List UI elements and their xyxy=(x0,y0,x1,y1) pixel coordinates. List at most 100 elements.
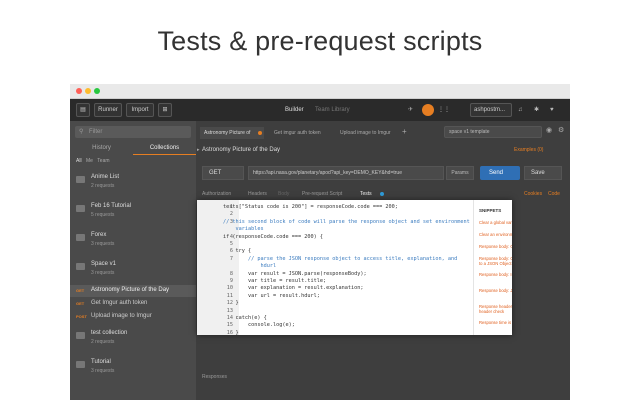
params-button[interactable]: Params xyxy=(446,166,474,180)
collection-name: Anime List xyxy=(91,174,120,180)
request-name: Upload image to Imgur xyxy=(91,313,152,319)
settings-icon[interactable]: ✱ xyxy=(534,105,539,115)
cookies-link[interactable]: Cookies xyxy=(524,191,542,197)
code-line: catch(e) { xyxy=(223,315,267,321)
collection-count: 2 requests xyxy=(91,339,115,345)
collection-name: Forex xyxy=(91,232,107,238)
code-line: var explanation = result.explanation; xyxy=(223,285,364,292)
builder-tab[interactable]: Builder xyxy=(285,105,304,115)
save-button[interactable]: Save xyxy=(524,166,562,180)
search-icon: ⚲ xyxy=(79,129,84,135)
heart-icon[interactable]: ♥ xyxy=(550,105,554,115)
sidebar-tabs: History Collections xyxy=(70,143,196,155)
folder-icon xyxy=(76,176,85,183)
minimize-dot[interactable] xyxy=(85,88,91,94)
owner-filter: All Me Team xyxy=(76,158,110,164)
snippet-item[interactable]: Response body: Is equal to a string xyxy=(479,272,512,277)
request-tab[interactable]: Upload image to Imgur xyxy=(336,127,398,139)
code-link[interactable]: Code xyxy=(548,191,560,197)
examples-link[interactable]: Examples (0) xyxy=(514,147,543,153)
filter-all[interactable]: All xyxy=(76,158,82,164)
maximize-dot[interactable] xyxy=(94,88,100,94)
gear-icon[interactable]: ⚙ xyxy=(558,126,564,134)
snippets-panel: SNIPPETS › Clear a global variableClear … xyxy=(473,200,512,335)
url-input[interactable]: https://api.nasa.gov/planetary/apod?api_… xyxy=(248,166,444,180)
collection-item[interactable]: Anime List 2 requests xyxy=(70,171,196,193)
code-line: // this second block of code will parse … xyxy=(223,218,470,225)
snippet-item[interactable]: Clear a global variable xyxy=(479,220,512,225)
code-line: } xyxy=(223,329,239,335)
collection-count: 2 requests xyxy=(91,183,115,189)
tab-body[interactable]: Body xyxy=(278,191,289,197)
responses-label: Responses xyxy=(202,374,228,380)
tab-collections[interactable]: Collections xyxy=(133,143,196,155)
snippet-item[interactable]: Response body: JSON value check xyxy=(479,288,512,293)
method-badge: POST xyxy=(76,314,87,319)
snippet-item[interactable]: Response time is less than 200ms xyxy=(479,320,512,325)
request-tab[interactable]: Astronomy Picture of xyxy=(200,127,264,139)
satellite-icon[interactable]: ✈ xyxy=(408,105,413,115)
request-tab[interactable]: Get imgur auth token xyxy=(270,127,332,139)
collection-name: Tutorial xyxy=(91,359,111,365)
snippet-item[interactable]: Response body: Convert XML body to a JSO… xyxy=(479,256,512,266)
folder-icon xyxy=(76,332,85,339)
close-dot[interactable] xyxy=(76,88,82,94)
tab-pre-request[interactable]: Pre-request Script xyxy=(302,191,342,197)
expand-icon[interactable]: ▸ xyxy=(197,147,200,153)
eye-icon[interactable]: ◉ xyxy=(546,126,552,134)
collection-item[interactable]: test collection 2 requests xyxy=(70,327,196,349)
line-number: 5 xyxy=(229,241,233,247)
folder-icon xyxy=(76,361,85,368)
send-button[interactable]: Send xyxy=(480,166,520,180)
code-line: if (responseCode.code === 200) { xyxy=(223,233,323,240)
filter-me[interactable]: Me xyxy=(86,158,93,164)
import-button[interactable]: Import xyxy=(126,103,154,117)
request-item[interactable]: GET Get Imgur auth token xyxy=(70,298,196,310)
tests-editor[interactable]: 1 2 3 4 5 6 7 8 9 10 11 12 13 14 15 16 tests["Status co… xyxy=(197,200,512,335)
code-line: // parse the JSON response object to acc… xyxy=(223,255,458,262)
user-menu[interactable]: ashpostm... xyxy=(470,103,512,117)
method-select[interactable]: GET xyxy=(202,166,244,180)
team-library-tab[interactable]: Team Library xyxy=(315,105,350,115)
tab-history[interactable]: History xyxy=(70,143,133,155)
collection-item[interactable]: Space v1 3 requests xyxy=(70,258,196,280)
tab-headers[interactable]: Headers xyxy=(248,191,267,197)
code-line: } xyxy=(223,300,239,307)
tab-tests[interactable]: Tests xyxy=(360,191,372,197)
line-number: 2 xyxy=(229,211,233,218)
collection-count: 5 requests xyxy=(91,212,115,218)
folder-icon xyxy=(76,234,85,241)
runner-button[interactable]: Runner xyxy=(94,103,122,117)
method-badge: GET xyxy=(76,288,85,293)
page-headline: Tests & pre-request scripts xyxy=(157,26,483,56)
code-line: var title = result.title; xyxy=(223,278,327,284)
collection-item[interactable]: Feb 16 Tutorial 5 requests xyxy=(70,200,196,222)
menu-icon[interactable]: ⋮⋮ xyxy=(438,105,450,115)
filter-team[interactable]: Team xyxy=(97,158,109,164)
title-bar xyxy=(70,84,570,99)
collection-name: Space v1 xyxy=(91,261,117,267)
folder-icon xyxy=(76,263,85,270)
collection-item[interactable]: Forex 3 requests xyxy=(70,229,196,251)
snippet-item[interactable]: Clear an environment variable xyxy=(479,232,512,237)
code-line: tests["Status code is 200"] = responseCo… xyxy=(223,204,398,210)
snippet-item[interactable]: Response headers: Content-Type header ch… xyxy=(479,304,512,314)
code-line: variables xyxy=(223,226,264,233)
bell-icon[interactable]: ♫ xyxy=(518,105,523,115)
collection-item[interactable]: Tutorial 3 requests xyxy=(70,356,196,378)
snippet-item[interactable]: Response body: Contains string xyxy=(479,244,512,249)
new-window-icon[interactable]: ⊞ xyxy=(158,103,172,117)
request-title: Astronomy Picture of the Day xyxy=(202,147,281,153)
add-tab-icon[interactable]: + xyxy=(402,127,407,136)
environment-select[interactable]: space v1 template xyxy=(444,126,542,138)
tab-authorization[interactable]: Authorization xyxy=(202,191,231,197)
sidebar-toggle-icon[interactable]: ▤ xyxy=(76,103,90,117)
toolbar: ▤ Runner Import ⊞ Builder Team Library ✈… xyxy=(70,99,570,121)
request-name: Get Imgur auth token xyxy=(91,300,148,306)
request-item[interactable]: POST Upload image to Imgur xyxy=(70,311,196,323)
request-item[interactable]: GET Astronomy Picture of the Day xyxy=(70,285,196,297)
snippets-title: SNIPPETS xyxy=(479,208,502,213)
sync-icon[interactable] xyxy=(422,104,434,116)
code-line: hdurl xyxy=(223,263,277,270)
filter-input[interactable]: Filter xyxy=(75,126,191,138)
